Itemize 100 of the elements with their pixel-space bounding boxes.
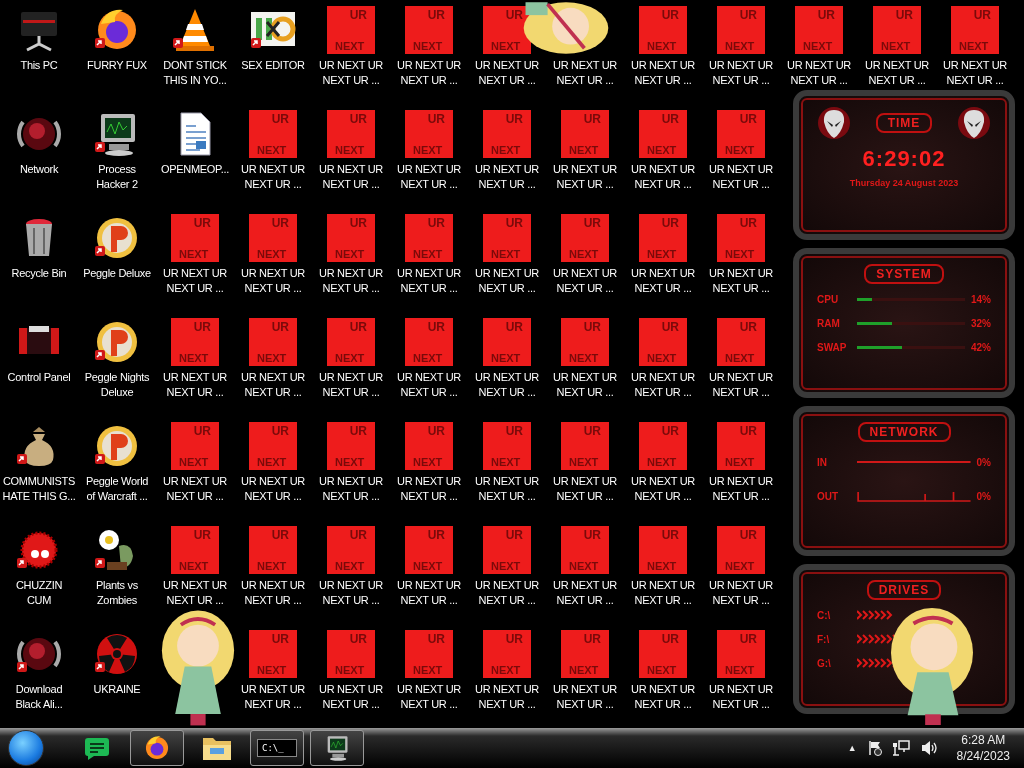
start-button[interactable] xyxy=(8,730,44,766)
icon-label[interactable]: UR NEXT UR NEXT UR ... xyxy=(943,58,1007,88)
icon-label[interactable]: UR NEXT UR NEXT UR ... xyxy=(319,578,383,608)
icon-label[interactable]: UR NEXT UR NEXT UR ... xyxy=(709,58,773,88)
icon-label[interactable]: UR NEXT UR NEXT UR ... xyxy=(709,370,773,400)
icon-label[interactable]: UR NEXT UR NEXT UR ... xyxy=(631,162,695,192)
icon-label[interactable]: CHUZZIN CUM xyxy=(15,578,63,608)
icon-label[interactable]: UR NEXT UR NEXT UR ... xyxy=(397,370,461,400)
icon-label[interactable]: UR NEXT UR NEXT UR ... xyxy=(631,682,695,712)
icon-label[interactable]: UR NEXT UR NEXT UR ... xyxy=(319,266,383,296)
show-hidden-icons-button[interactable]: ▲ xyxy=(847,743,857,753)
icon-label[interactable]: UR NEXT UR NEXT UR ... xyxy=(631,266,695,296)
icon-label[interactable]: Download Black Ali... xyxy=(15,682,63,712)
icon-label[interactable]: Recycle Bin xyxy=(11,266,67,281)
icon-label[interactable]: Process Hacker 2 xyxy=(96,162,138,192)
icon-label[interactable]: UR NEXT UR NEXT UR ... xyxy=(475,682,539,712)
tile-text: UR xyxy=(193,320,211,334)
icon-label[interactable]: UR NEXT UR NEXT UR ... xyxy=(163,578,227,608)
icon-label[interactable]: This PC xyxy=(20,58,58,73)
tile-text: NEXT xyxy=(647,456,677,468)
monitor-taskbar-button[interactable] xyxy=(310,730,364,766)
icon-label[interactable]: UR NEXT UR NEXT UR ... xyxy=(631,370,695,400)
icon-label[interactable]: UR NEXT UR NEXT UR ... xyxy=(553,370,617,400)
icon-label[interactable]: UR NEXT UR NEXT UR ... xyxy=(631,578,695,608)
icon-label[interactable]: UR NEXT UR NEXT UR ... xyxy=(397,578,461,608)
firefox-taskbar-button[interactable] xyxy=(130,730,184,766)
icon-label[interactable]: UR NEXT UR NEXT UR ... xyxy=(319,162,383,192)
icon-label[interactable]: UR NEXT UR NEXT UR ... xyxy=(709,682,773,712)
icon-label[interactable]: UR NEXT UR NEXT UR ... xyxy=(865,58,929,88)
icon-label[interactable]: UR NEXT UR NEXT UR ... xyxy=(553,474,617,504)
icon-label[interactable]: COMMUNISTS HATE THIS G... xyxy=(2,474,76,504)
icon-label[interactable]: Control Panel xyxy=(7,370,71,385)
icon-label[interactable]: Peggle Deluxe xyxy=(83,266,151,281)
icon-label[interactable]: UR NEXT UR NEXT UR ... xyxy=(475,58,539,88)
icon-label[interactable]: UR NEXT UR NEXT UR ... xyxy=(241,578,305,608)
tile-text: NEXT xyxy=(569,352,599,364)
icon-label[interactable]: UR NEXT UR NEXT UR ... xyxy=(631,474,695,504)
icon-label[interactable]: UR NEXT UR NEXT UR ... xyxy=(241,266,305,296)
icon-label[interactable]: Plants vs Zombies xyxy=(96,578,138,608)
icon-label[interactable]: UR NEXT UR NEXT UR ... xyxy=(319,682,383,712)
tile-text: NEXT xyxy=(179,560,209,572)
icon-label[interactable]: UR NEXT UR NEXT UR ... xyxy=(163,266,227,296)
icon-label[interactable]: UR NEXT UR NEXT UR ... xyxy=(163,474,227,504)
tile-text: UR xyxy=(739,528,757,542)
icon-label[interactable]: UR NEXT UR NEXT UR ... xyxy=(397,474,461,504)
icon-label[interactable]: UR NEXT UR NEXT UR ... xyxy=(163,370,227,400)
icon-label[interactable]: UR NEXT UR NEXT UR ... xyxy=(787,58,851,88)
icon-label[interactable]: UR NEXT UR NEXT UR ... xyxy=(319,474,383,504)
icon-label[interactable]: UR NEXT UR NEXT UR ... xyxy=(475,370,539,400)
icon-label[interactable]: UR NEXT UR NEXT UR ... xyxy=(397,162,461,192)
tile-text: NEXT xyxy=(491,40,521,52)
tile-text: UR xyxy=(349,528,367,542)
icon-label[interactable]: UR NEXT UR NEXT UR ... xyxy=(709,162,773,192)
tile-text: UR xyxy=(427,216,445,230)
icon-label[interactable]: FURRY FUX xyxy=(87,58,147,73)
icon-label[interactable]: UR NEXT UR NEXT UR ... xyxy=(553,58,617,88)
icon-label[interactable]: UR NEXT UR NEXT UR ... xyxy=(241,682,305,712)
tile-text: UR xyxy=(583,424,601,438)
icon-label[interactable]: SEX EDITOR xyxy=(241,58,305,73)
icon-label[interactable]: UR NEXT UR NEXT UR ... xyxy=(553,266,617,296)
cmd-taskbar-button[interactable]: C:\_ xyxy=(250,730,304,766)
icon-label[interactable]: UR NEXT UR NEXT UR ... xyxy=(631,58,695,88)
tile-text: UR xyxy=(661,424,679,438)
icon-label[interactable]: Network xyxy=(19,162,59,177)
icon-label[interactable]: UR NEXT UR NEXT UR ... xyxy=(475,266,539,296)
icon-label[interactable]: UR NEXT UR NEXT UR ... xyxy=(241,370,305,400)
icon-label[interactable]: UR NEXT UR NEXT UR ... xyxy=(553,162,617,192)
icon-label[interactable]: UR NEXT UR NEXT UR ... xyxy=(241,162,305,192)
alien-head-icon xyxy=(957,106,991,140)
tile-text: UR xyxy=(583,632,601,646)
icon-label[interactable]: UR NEXT UR NEXT UR ... xyxy=(397,58,461,88)
taskbar-clock[interactable]: 6:28 AM 8/24/2023 xyxy=(956,732,1010,764)
tile-text: NEXT xyxy=(335,560,365,572)
icon-label[interactable]: UR NEXT UR NEXT UR ... xyxy=(241,474,305,504)
icon-label[interactable]: UR NEXT UR NEXT UR ... xyxy=(709,474,773,504)
icon-label[interactable]: Peggle Nights Deluxe xyxy=(84,370,150,400)
icon-label[interactable]: UR NEXT UR NEXT UR ... xyxy=(553,682,617,712)
icon-label[interactable]: UR NEXT UR NEXT UR ... xyxy=(475,162,539,192)
icon-label[interactable]: UR NEXT UR NEXT UR ... xyxy=(709,578,773,608)
network-icon[interactable] xyxy=(892,740,911,756)
tile-text: NEXT xyxy=(725,352,755,364)
icon-label[interactable]: UKRAINE xyxy=(93,682,141,697)
icon-label[interactable]: UR NEXT UR NEXT UR ... xyxy=(553,578,617,608)
tile-text: UR xyxy=(193,216,211,230)
flag-icon[interactable] xyxy=(866,740,883,756)
icon-label[interactable]: UR NEXT UR NEXT UR ... xyxy=(475,474,539,504)
icon-label[interactable]: UR NEXT UR NEXT UR ... xyxy=(319,58,383,88)
icon-label[interactable]: UR NEXT UR NEXT UR ... xyxy=(475,578,539,608)
icon-label[interactable]: UR NEXT UR NEXT UR ... xyxy=(397,682,461,712)
icon-label[interactable]: OPENMEOP... xyxy=(161,162,229,177)
volume-icon[interactable] xyxy=(920,740,939,756)
icon-label[interactable]: DONT STICK THIS IN YO... xyxy=(163,58,227,88)
meter-label: RAM xyxy=(817,317,841,329)
tile-text: NEXT xyxy=(257,248,287,260)
icon-label[interactable]: Peggle World of Warcraft ... xyxy=(85,474,149,504)
tile-text: NEXT xyxy=(803,40,833,52)
tile-text: NEXT xyxy=(413,248,443,260)
icon-label[interactable]: UR NEXT UR NEXT UR ... xyxy=(397,266,461,296)
icon-label[interactable]: UR NEXT UR NEXT UR ... xyxy=(319,370,383,400)
icon-label[interactable]: UR NEXT UR NEXT UR ... xyxy=(709,266,773,296)
